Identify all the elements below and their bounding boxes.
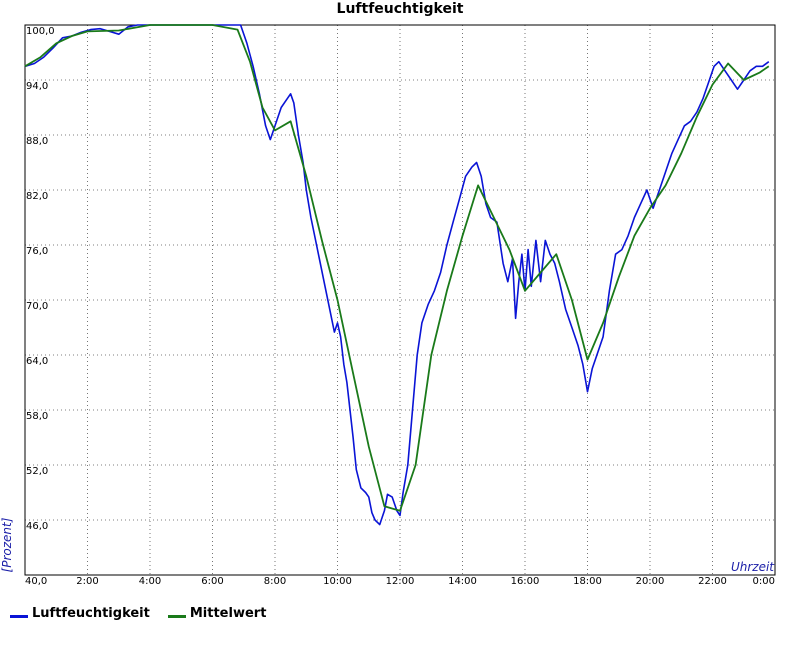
x-tick-label: 0:00 — [753, 576, 775, 587]
x-tick-label: 18:00 — [573, 576, 602, 587]
x-axis-ticks: 40,0 2:00 4:00 6:00 8:00 10:00 12:00 14:00 16:00… — [25, 576, 775, 587]
y-tick-label: 46,0 — [26, 521, 48, 532]
legend-label-humidity: Luftfeuchtigkeit — [32, 606, 150, 621]
x-tick-label: 10:00 — [323, 576, 352, 587]
y-axis-label: [Prozent] — [0, 517, 14, 572]
legend-item-humidity: Luftfeuchtigkeit — [10, 606, 150, 621]
x-tick-label: 2:00 — [76, 576, 98, 587]
series-line-humidity — [24, 24, 770, 526]
x-axis-label: Uhrzeit — [731, 560, 775, 574]
x-tick-label: 16:00 — [511, 576, 540, 587]
x-tick-label: 12:00 — [386, 576, 415, 587]
x-tick-label: 22:00 — [698, 576, 727, 587]
y-tick-label: 100,0 — [26, 26, 55, 37]
y-tick-label: 94,0 — [26, 81, 48, 92]
y-axis-ticks: 46,0 52,0 58,0 64,0 70,0 76,0 82,0 88,0 94,0 100,… — [26, 26, 55, 532]
y-tick-label: 82,0 — [26, 191, 48, 202]
legend-label-mean: Mittelwert — [189, 606, 267, 621]
x-tick-label: 4:00 — [139, 576, 161, 587]
y-tick-label: 64,0 — [26, 356, 48, 367]
chart-title: Luftfeuchtigkeit — [337, 1, 464, 17]
x-tick-label: 14:00 — [448, 576, 477, 587]
series-line-mean — [24, 24, 770, 512]
legend: Luftfeuchtigkeit Mittelwert — [10, 606, 266, 621]
legend-item-mean: Mittelwert — [167, 606, 267, 621]
y-tick-label: 52,0 — [26, 466, 48, 477]
x-tick-label: 40,0 — [25, 576, 47, 587]
humidity-chart: Luftfeuchtigkeit 46,0 52,0 58,0 64,0 70,0 76,… — [0, 1, 776, 587]
legend-swatch-humidity — [10, 615, 28, 618]
series-lines — [24, 24, 770, 526]
grid — [25, 25, 775, 575]
y-tick-label: 88,0 — [26, 136, 48, 147]
x-tick-label: 20:00 — [636, 576, 665, 587]
legend-swatch-mean — [167, 615, 186, 618]
x-tick-label: 6:00 — [201, 576, 223, 587]
y-tick-label: 58,0 — [26, 411, 48, 422]
x-tick-label: 8:00 — [264, 576, 286, 587]
y-tick-label: 70,0 — [26, 301, 48, 312]
y-tick-label: 76,0 — [26, 246, 48, 257]
